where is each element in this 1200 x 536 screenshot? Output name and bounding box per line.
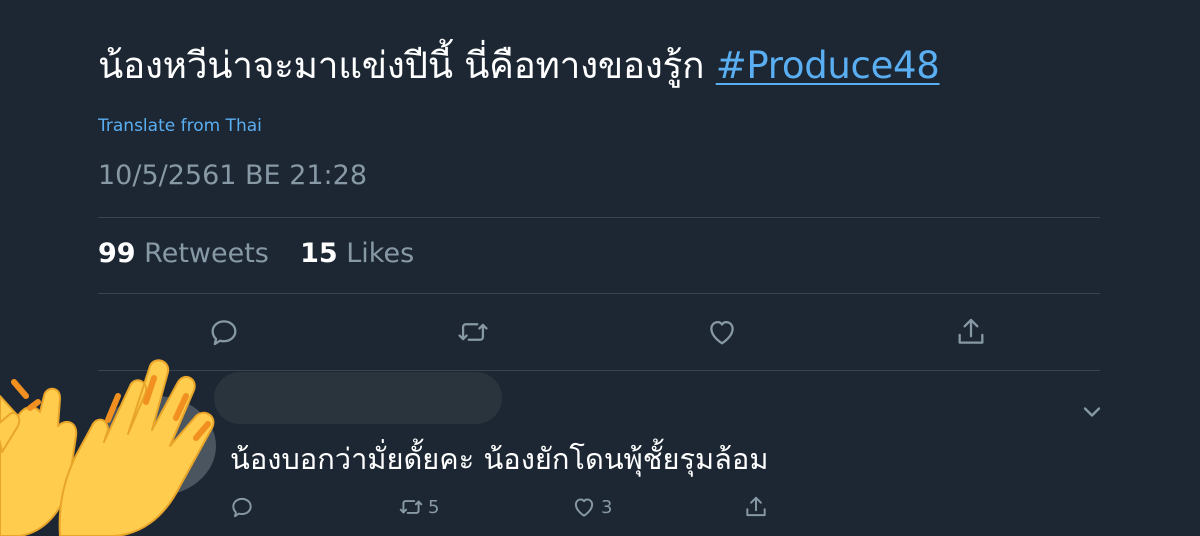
reply-button[interactable] <box>204 312 244 352</box>
reply-retweet-button[interactable]: 5 <box>398 492 439 522</box>
divider <box>98 293 1100 294</box>
reply-icon <box>211 320 237 346</box>
retweet-icon <box>458 323 488 341</box>
retweet-icon <box>399 500 423 514</box>
divider <box>98 217 1100 218</box>
reply-icon <box>232 497 252 518</box>
heart-icon <box>574 498 594 517</box>
divider <box>98 370 1100 371</box>
reply-retweet-count: 5 <box>428 496 440 518</box>
retweets-count[interactable]: 99 <box>98 238 136 269</box>
reply-text: น้องบอกว่ามั่ยดั้ยคะ น้องยักโดนพุ้ชั้ยรุ… <box>230 442 769 476</box>
like-button[interactable] <box>702 312 742 352</box>
tweet-text: น้องหวีน่าจะมาแข่งปีนี้ นี่คือทางของรู้ก… <box>98 36 940 95</box>
tweet-timestamp: 10/5/2561 BE 21:28 <box>98 160 367 191</box>
share-button[interactable] <box>951 312 991 352</box>
reply-share-button[interactable] <box>743 492 769 522</box>
share-icon <box>746 496 766 517</box>
reply-like-count: 3 <box>601 496 613 518</box>
tweet-detail-view: น้องหวีน่าจะมาแข่งปีนี้ นี่คือทางของรู้ก… <box>0 0 1200 536</box>
likes-count[interactable]: 15 <box>300 238 338 269</box>
reply-author-name-redacted[interactable] <box>214 372 502 424</box>
tweet-stats: 99 Retweets 15 Likes <box>98 238 414 269</box>
chevron-down-icon[interactable] <box>1078 398 1106 426</box>
reply-reply-button[interactable] <box>229 492 255 522</box>
share-icon <box>958 318 984 344</box>
retweet-button[interactable] <box>453 312 493 352</box>
likes-label[interactable]: Likes <box>346 238 414 269</box>
retweets-label[interactable]: Retweets <box>144 238 269 269</box>
hashtag-link[interactable]: #Produce48 <box>716 44 940 87</box>
translate-link[interactable]: Translate from Thai <box>98 116 262 136</box>
tweet-body: น้องหวีน่าจะมาแข่งปีนี้ นี่คือทางของรู้ก <box>98 44 705 87</box>
reply-like-button[interactable]: 3 <box>571 492 612 522</box>
heart-icon <box>710 320 734 345</box>
raised-hands-emoji <box>0 359 215 536</box>
